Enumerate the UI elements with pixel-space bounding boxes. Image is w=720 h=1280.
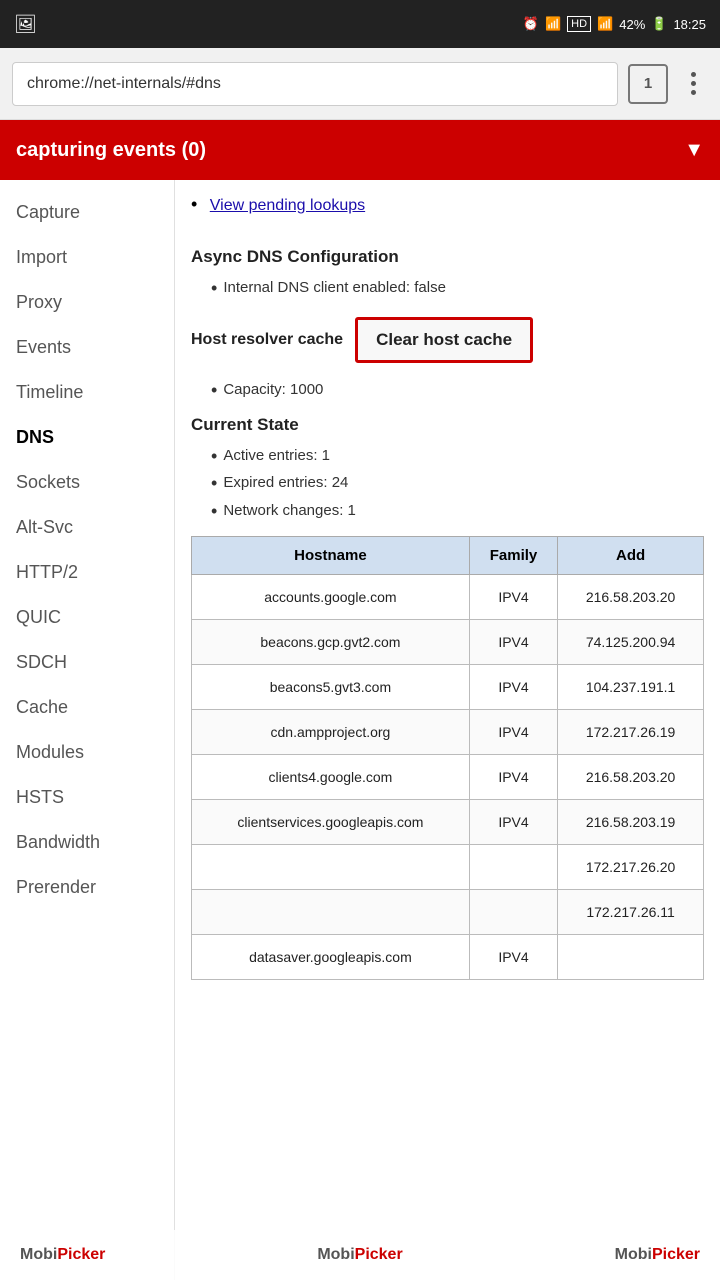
bullet-dot-3: • bbox=[211, 447, 217, 467]
cell-address: 74.125.200.94 bbox=[558, 619, 704, 664]
pending-lookups-section: • View pending lookups bbox=[191, 194, 704, 233]
sidebar-item-prerender[interactable]: Prerender bbox=[0, 865, 174, 910]
alarm-icon: ⏰ bbox=[523, 16, 539, 32]
cell-hostname: clientservices.googleapis.com bbox=[192, 799, 470, 844]
table-row: beacons.gcp.gvt2.comIPV474.125.200.94 bbox=[192, 619, 704, 664]
events-banner-label: capturing events (0) bbox=[16, 139, 206, 162]
time-display: 18:25 bbox=[673, 17, 706, 32]
table-header-hostname: Hostname bbox=[192, 536, 470, 574]
address-bar: 1 bbox=[0, 48, 720, 120]
sidebar: Capture Import Proxy Events Timeline DNS… bbox=[0, 180, 175, 1280]
state-item-2: • Network changes: 1 bbox=[211, 502, 704, 522]
main-layout: Capture Import Proxy Events Timeline DNS… bbox=[0, 180, 720, 1280]
async-dns-heading: Async DNS Configuration bbox=[191, 247, 704, 267]
table-row: datasaver.googleapis.comIPV4 bbox=[192, 934, 704, 979]
bullet-dot-2: • bbox=[211, 381, 217, 401]
watermark-center: MobiPicker bbox=[317, 1246, 402, 1264]
capacity-item: • Capacity: 1000 bbox=[211, 381, 704, 401]
cell-hostname bbox=[192, 844, 470, 889]
cell-address: 104.237.191.1 bbox=[558, 664, 704, 709]
cell-hostname: datasaver.googleapis.com bbox=[192, 934, 470, 979]
status-bar: 🖼 ⏰ 📶 HD 📶 42% 🔋 18:25 bbox=[0, 0, 720, 48]
view-pending-link[interactable]: View pending lookups bbox=[210, 197, 365, 215]
sidebar-item-http2[interactable]: HTTP/2 bbox=[0, 550, 174, 595]
cell-family: IPV4 bbox=[469, 709, 557, 754]
cell-family: IPV4 bbox=[469, 754, 557, 799]
cell-address: 172.217.26.19 bbox=[558, 709, 704, 754]
table-header-address: Add bbox=[558, 536, 704, 574]
bullet-dot-4: • bbox=[211, 474, 217, 494]
dns-table: Hostname Family Add accounts.google.comI… bbox=[191, 536, 704, 980]
table-row: accounts.google.comIPV4216.58.203.20 bbox=[192, 574, 704, 619]
sidebar-item-events[interactable]: Events bbox=[0, 325, 174, 370]
cell-family: IPV4 bbox=[469, 664, 557, 709]
cell-hostname: accounts.google.com bbox=[192, 574, 470, 619]
sidebar-item-capture[interactable]: Capture bbox=[0, 190, 174, 235]
state-item-0: • Active entries: 1 bbox=[211, 447, 704, 467]
cell-family: IPV4 bbox=[469, 574, 557, 619]
events-banner-arrow: ▼ bbox=[684, 139, 704, 162]
sidebar-item-import[interactable]: Import bbox=[0, 235, 174, 280]
state-item-1: • Expired entries: 24 bbox=[211, 474, 704, 494]
sidebar-item-modules[interactable]: Modules bbox=[0, 730, 174, 775]
table-row: 172.217.26.11 bbox=[192, 889, 704, 934]
host-resolver-row: Host resolver cache Clear host cache bbox=[191, 317, 704, 363]
status-left: 🖼 bbox=[14, 14, 37, 35]
watermark-right: MobiPicker bbox=[615, 1246, 700, 1264]
bullet-dot-1: • bbox=[211, 279, 217, 299]
table-row: clients4.google.comIPV4216.58.203.20 bbox=[192, 754, 704, 799]
bullet-dot-5: • bbox=[211, 502, 217, 522]
cell-address: 216.58.203.20 bbox=[558, 754, 704, 799]
internal-dns-item: • Internal DNS client enabled: false bbox=[211, 279, 704, 299]
cell-address: 172.217.26.20 bbox=[558, 844, 704, 889]
cell-hostname bbox=[192, 889, 470, 934]
cell-hostname: beacons.gcp.gvt2.com bbox=[192, 619, 470, 664]
cell-address: 216.58.203.20 bbox=[558, 574, 704, 619]
sidebar-item-proxy[interactable]: Proxy bbox=[0, 280, 174, 325]
cell-hostname: clients4.google.com bbox=[192, 754, 470, 799]
sidebar-item-altsvc[interactable]: Alt-Svc bbox=[0, 505, 174, 550]
cell-family bbox=[469, 844, 557, 889]
cell-family: IPV4 bbox=[469, 799, 557, 844]
cell-family: IPV4 bbox=[469, 934, 557, 979]
battery-text: 42% bbox=[619, 17, 645, 32]
sidebar-item-timeline[interactable]: Timeline bbox=[0, 370, 174, 415]
cell-family: IPV4 bbox=[469, 619, 557, 664]
status-right: ⏰ 📶 HD 📶 42% 🔋 18:25 bbox=[523, 16, 706, 32]
sidebar-item-hsts[interactable]: HSTS bbox=[0, 775, 174, 820]
hd-badge: HD bbox=[567, 16, 591, 32]
sidebar-item-dns[interactable]: DNS bbox=[0, 415, 174, 460]
menu-button[interactable] bbox=[678, 64, 708, 104]
cell-address: 172.217.26.11 bbox=[558, 889, 704, 934]
table-header-family: Family bbox=[469, 536, 557, 574]
table-row: beacons5.gvt3.comIPV4104.237.191.1 bbox=[192, 664, 704, 709]
content-area: • View pending lookups Async DNS Configu… bbox=[175, 180, 720, 1280]
tab-count-button[interactable]: 1 bbox=[628, 64, 668, 104]
cell-address: 216.58.203.19 bbox=[558, 799, 704, 844]
watermark-left: MobiPicker bbox=[20, 1246, 105, 1264]
table-row: clientservices.googleapis.comIPV4216.58.… bbox=[192, 799, 704, 844]
table-row: cdn.ampproject.orgIPV4172.217.26.19 bbox=[192, 709, 704, 754]
events-banner[interactable]: capturing events (0) ▼ bbox=[0, 120, 720, 180]
sidebar-item-cache[interactable]: Cache bbox=[0, 685, 174, 730]
sidebar-item-sdch[interactable]: SDCH bbox=[0, 640, 174, 685]
wifi-icon: 📶 bbox=[545, 16, 561, 32]
sidebar-item-sockets[interactable]: Sockets bbox=[0, 460, 174, 505]
current-state-heading: Current State bbox=[191, 415, 704, 435]
cell-address bbox=[558, 934, 704, 979]
battery-icon: 🔋 bbox=[651, 16, 667, 32]
cell-family bbox=[469, 889, 557, 934]
host-resolver-label: Host resolver cache bbox=[191, 331, 343, 349]
photo-icon: 🖼 bbox=[14, 14, 37, 35]
url-input[interactable] bbox=[12, 62, 618, 106]
sidebar-item-quic[interactable]: QUIC bbox=[0, 595, 174, 640]
cell-hostname: cdn.ampproject.org bbox=[192, 709, 470, 754]
signal-bars: 📶 bbox=[597, 16, 613, 32]
clear-host-cache-button[interactable]: Clear host cache bbox=[355, 317, 533, 363]
watermark: MobiPicker MobiPicker MobiPicker bbox=[0, 1230, 720, 1280]
table-row: 172.217.26.20 bbox=[192, 844, 704, 889]
sidebar-item-bandwidth[interactable]: Bandwidth bbox=[0, 820, 174, 865]
cell-hostname: beacons5.gvt3.com bbox=[192, 664, 470, 709]
